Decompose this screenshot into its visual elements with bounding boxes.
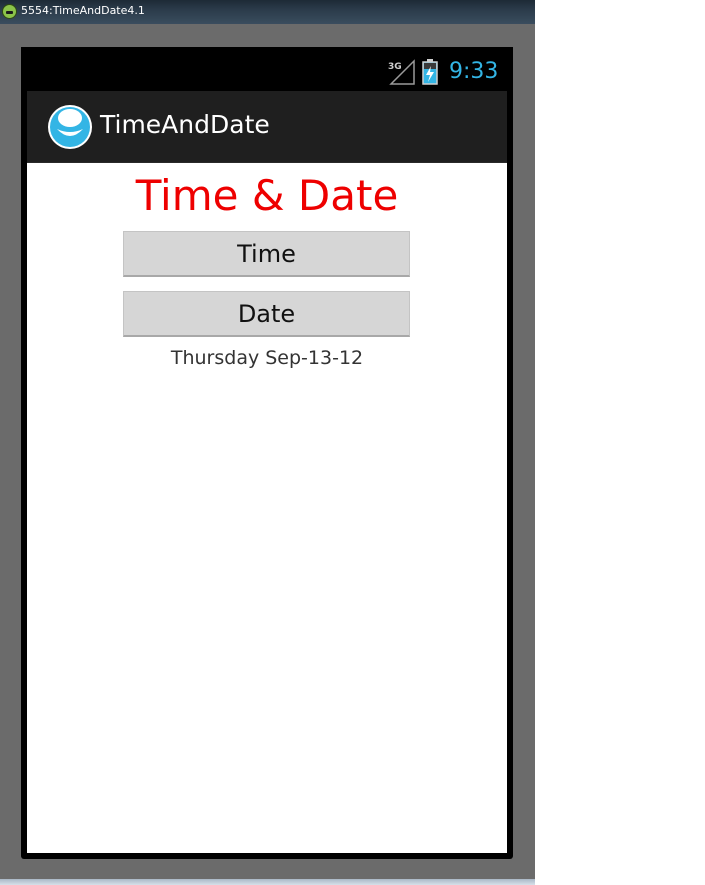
status-clock: 9:33 — [449, 59, 499, 84]
date-button[interactable]: Date — [123, 291, 410, 337]
signal-3g-icon: 3G — [388, 59, 415, 85]
page-title: Time & Date — [135, 171, 399, 220]
action-bar: TimeAndDate — [27, 91, 507, 163]
network-label: 3G — [388, 62, 402, 72]
time-button[interactable]: Time — [123, 231, 410, 277]
phone-screen: 3G 9:33 TimeAndDate Time & Date Time Dat… — [21, 47, 513, 859]
app-title: TimeAndDate — [100, 110, 270, 139]
android-emulator-icon — [2, 4, 17, 19]
app-face-icon[interactable] — [48, 105, 92, 149]
status-bar: 3G 9:33 — [21, 47, 513, 91]
main-content: Time & Date Time Date Thursday Sep-13-12 — [27, 163, 507, 853]
window-titlebar[interactable]: 5554:TimeAndDate4.1 — [0, 0, 535, 24]
taskbar-edge — [0, 879, 535, 885]
window-title: 5554:TimeAndDate4.1 — [21, 4, 145, 17]
date-display: Thursday Sep-13-12 — [170, 347, 364, 369]
emulator-window: 5554:TimeAndDate4.1 3G 9:33 TimeAndDate … — [0, 0, 535, 885]
battery-charging-icon — [422, 59, 438, 85]
